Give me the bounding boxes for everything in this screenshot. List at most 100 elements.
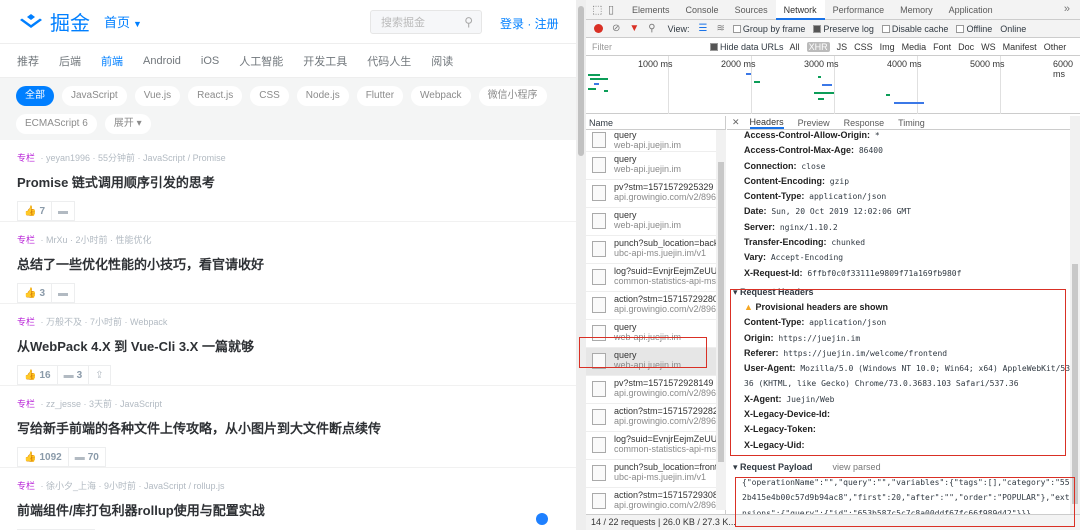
request-row[interactable]: query web-api.juejin.im [586, 130, 725, 152]
like-button[interactable]: 👍 1092 [17, 447, 69, 467]
checkbox[interactable] [710, 43, 718, 52]
tag-chip[interactable]: 全部 [16, 86, 54, 106]
tag-chip[interactable]: ECMAScript 6 [16, 114, 97, 134]
devtools-tab[interactable]: Network [775, 0, 825, 20]
request-list-scrollbar[interactable] [716, 130, 726, 510]
tag-chip[interactable]: JavaScript [62, 86, 127, 106]
share-button[interactable]: ⇪ [88, 365, 111, 385]
type-filter-media[interactable]: Media [902, 42, 927, 52]
detail-tab-response[interactable]: Response [844, 118, 885, 128]
devtools-tab[interactable]: Memory [892, 0, 941, 20]
search-icon[interactable]: ⚲ [648, 23, 655, 34]
article-title[interactable]: 总结了一些优化性能的小技巧，看官请收好 [17, 254, 576, 273]
device-toolbar-icon[interactable]: ▯ [608, 3, 614, 16]
record-icon[interactable] [594, 24, 603, 33]
filter-input[interactable]: Filter [592, 42, 710, 52]
more-tabs-icon[interactable]: » [1064, 3, 1070, 15]
devtools-tab[interactable]: Console [678, 0, 727, 20]
request-row[interactable]: punch?sub_location=fronte ubc-api-ms.juej… [586, 460, 725, 488]
checkbox[interactable] [813, 25, 822, 34]
request-row[interactable]: action?stm=1571572928217 api.growingio.co… [586, 404, 725, 432]
type-filter-css[interactable]: CSS [854, 42, 873, 52]
request-row[interactable]: pv?stm=1571572928149 api.growingio.com/v2… [586, 376, 725, 404]
overview-icon[interactable]: ≋ [716, 23, 724, 34]
type-filter-other[interactable]: Other [1044, 42, 1067, 52]
clear-icon[interactable]: ⊘ [612, 23, 620, 34]
comment-button[interactable]: ▬ [51, 283, 76, 303]
tag-chip[interactable]: Webpack [411, 86, 471, 106]
filter-icon[interactable]: ▼ [629, 23, 639, 34]
search-icon[interactable]: ⚲ [464, 15, 473, 29]
scrollbar-thumb[interactable] [1072, 264, 1078, 504]
category-tab[interactable]: iOS [201, 55, 219, 67]
category-tab[interactable]: 代码人生 [367, 53, 411, 69]
devtools-tab[interactable]: Sources [727, 0, 776, 20]
article-item[interactable]: 专栏 · 徐小夕_上海 · 9小时前 · JavaScript / rollup… [0, 468, 576, 530]
category-tab[interactable]: 阅读 [431, 53, 453, 69]
comment-button[interactable]: ▬ 70 [67, 447, 106, 467]
name-column-header[interactable]: Name [586, 116, 725, 130]
type-filter-img[interactable]: Img [880, 42, 895, 52]
category-tab[interactable]: 推荐 [17, 53, 39, 69]
devtools-tab[interactable]: Application [941, 0, 1001, 20]
article-item[interactable]: 专栏 · zz_jesse · 3天前 · JavaScript 写给新手前端的各… [0, 386, 576, 468]
category-tab[interactable]: 前端 [101, 53, 123, 69]
category-tab[interactable]: 后端 [59, 53, 81, 69]
juejin-logo[interactable]: 掘金 [18, 7, 90, 36]
view-parsed-link[interactable]: view parsed [833, 462, 881, 472]
tag-chip[interactable]: React.js [188, 86, 243, 106]
type-filter-font[interactable]: Font [933, 42, 951, 52]
request-row[interactable]: punch?sub_location=backe ubc-api-ms.jueji… [586, 236, 725, 264]
tag-chip[interactable]: 展开 ▾ [104, 114, 151, 134]
detail-tab-headers[interactable]: Headers [749, 117, 784, 129]
throttling-select[interactable]: Online [1000, 24, 1026, 34]
devtools-tab[interactable]: Performance [825, 0, 893, 20]
type-filter-js[interactable]: JS [837, 42, 848, 52]
preserve-log-checkbox[interactable]: Preserve log [813, 24, 874, 34]
article-title[interactable]: Promise 链式调用顺序引发的思考 [17, 172, 576, 191]
request-row[interactable]: pv?stm=1571572925329 api.growingio.com/v2… [586, 180, 725, 208]
tag-chip[interactable]: Flutter [356, 86, 404, 106]
type-filter-doc[interactable]: Doc [958, 42, 974, 52]
request-row[interactable]: query web-api.juejin.im [586, 152, 725, 180]
close-icon[interactable]: ✕ [732, 117, 740, 128]
article-item[interactable]: 专栏 · yeyan1996 · 55分钟前 · JavaScript / Pr… [0, 140, 576, 222]
request-row[interactable]: action?stm=1571572930813 api.growingio.co… [586, 488, 725, 516]
login-register-link[interactable]: 登录 · 注册 [500, 15, 559, 32]
large-rows-icon[interactable]: ☰ [698, 23, 707, 34]
tag-chip[interactable]: CSS [250, 86, 289, 106]
detail-tab-timing[interactable]: Timing [898, 118, 925, 128]
category-tab[interactable]: 人工智能 [239, 53, 283, 69]
type-filter-ws[interactable]: WS [981, 42, 996, 52]
type-filter-manifest[interactable]: Manifest [1003, 42, 1037, 52]
checkbox[interactable] [881, 25, 890, 34]
request-row[interactable]: log?suid=EvnjrEejmZeUUBJ common-statistic… [586, 264, 725, 292]
tag-chip[interactable]: Vue.js [134, 86, 181, 106]
group-by-frame-checkbox[interactable]: Group by frame [732, 24, 805, 34]
scrollbar-thumb[interactable] [718, 162, 724, 462]
detail-scrollbar[interactable] [1070, 116, 1080, 514]
scrollbar-thumb[interactable] [578, 6, 584, 156]
hide-data-urls-checkbox[interactable]: Hide data URLs [710, 42, 784, 52]
category-tab[interactable]: 开发工具 [303, 53, 347, 69]
like-button[interactable]: 👍 7 [17, 201, 53, 221]
detail-tab-preview[interactable]: Preview [798, 118, 830, 128]
request-row[interactable]: action?stm=1571572928057 api.growingio.co… [586, 292, 725, 320]
like-button[interactable]: 👍 3 [17, 283, 53, 303]
disable-cache-checkbox[interactable]: Disable cache [881, 24, 948, 34]
comment-button[interactable]: ▬ [51, 201, 76, 221]
home-nav[interactable]: 首页 ▼ [104, 12, 142, 31]
tag-chip[interactable]: Node.js [296, 86, 349, 106]
inspect-icon[interactable]: ⬚ [592, 3, 602, 16]
article-title[interactable]: 从WebPack 4.X 到 Vue-Cli 3.X 一篇就够 [17, 336, 576, 355]
offline-checkbox[interactable]: Offline [956, 24, 992, 34]
feedback-bubble-icon[interactable] [536, 513, 548, 525]
request-row[interactable]: log?suid=EvnjrEejmZeUUBJ common-statistic… [586, 432, 725, 460]
page-scrollbar[interactable] [576, 0, 586, 530]
checkbox[interactable] [732, 25, 741, 34]
article-item[interactable]: 专栏 · MrXu · 2小时前 · 性能优化 总结了一些优化性能的小技巧，看官请… [0, 222, 576, 304]
article-title[interactable]: 写给新手前端的各种文件上传攻略，从小图片到大文件断点续传 [17, 418, 576, 437]
article-title[interactable]: 前端组件/库打包利器rollup使用与配置实战 [17, 500, 576, 519]
category-tab[interactable]: Android [143, 55, 181, 67]
payload-title[interactable]: ▾ Request Payload [733, 462, 813, 472]
